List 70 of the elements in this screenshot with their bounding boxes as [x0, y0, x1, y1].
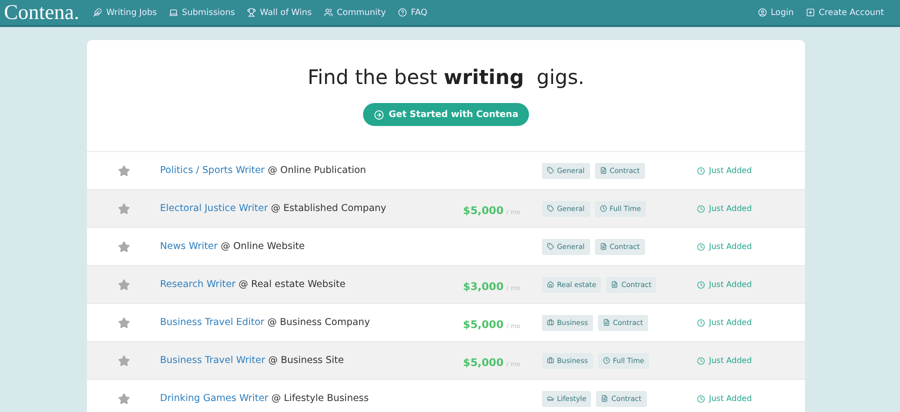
laptop-icon [168, 8, 178, 17]
star-icon[interactable] [118, 164, 130, 176]
document-icon [600, 167, 607, 174]
nav-link[interactable]: Create Account [806, 8, 884, 18]
job-title: Business Travel Editor @ Business Company [160, 317, 371, 328]
status-label: Just Added [697, 204, 805, 213]
salary: $5,000 [463, 319, 504, 331]
plus-icon [806, 8, 815, 17]
help-icon [398, 8, 407, 17]
clock-icon [697, 318, 705, 326]
briefcase-icon [547, 357, 554, 364]
feather-icon [93, 8, 102, 17]
tag-icon [547, 205, 554, 212]
users-icon [324, 8, 333, 17]
job-title: Drinking Games Writer @ Lifestyle Business [160, 393, 370, 404]
job-link[interactable]: Business Travel Writer [160, 355, 266, 366]
car-icon [547, 395, 554, 402]
status-label: Just Added [697, 356, 805, 365]
nav-link[interactable]: Wall of Wins [246, 8, 312, 18]
trophy-icon [246, 8, 256, 17]
job-title: Politics / Sports Writer @ Online Publication [160, 165, 368, 176]
star-icon[interactable] [118, 240, 130, 252]
document-icon [602, 319, 610, 326]
clock-icon [697, 356, 705, 364]
clock-icon [697, 280, 705, 288]
status-label: Just Added [697, 242, 805, 251]
star-icon[interactable] [118, 202, 130, 214]
clock-icon [697, 204, 705, 212]
clock-icon [697, 394, 705, 402]
star-icon[interactable] [118, 278, 130, 290]
status-label: Just Added [697, 394, 805, 403]
job-link[interactable]: Drinking Games Writer [160, 393, 268, 404]
clock-icon [697, 242, 705, 250]
document-icon [611, 281, 618, 288]
star-icon[interactable] [118, 316, 130, 328]
house-icon [547, 281, 554, 288]
get-started-button[interactable]: Get Started with Contena [362, 103, 530, 126]
salary: $5,000 [463, 205, 504, 217]
status-label: Just Added [697, 166, 805, 175]
job-title: Electoral Justice Writer @ Established Company [160, 203, 388, 214]
tag-icon [547, 243, 554, 250]
logo[interactable]: Contena. [4, 0, 80, 25]
job-title: Business Travel Writer @ Business Site [160, 355, 345, 366]
user-icon [758, 8, 767, 17]
job-link[interactable]: Research Writer [160, 279, 236, 290]
status-label: Just Added [697, 280, 805, 289]
salary: $3,000 [463, 281, 504, 293]
job-title: Research Writer @ Real estate Website [160, 279, 346, 290]
star-icon[interactable] [118, 392, 130, 404]
nav-link[interactable]: Writing Jobs [93, 8, 157, 18]
nav-link[interactable]: Submissions [168, 8, 235, 18]
star-icon[interactable] [118, 354, 130, 366]
job-link[interactable]: Electoral Justice Writer [160, 203, 268, 214]
nav-link[interactable]: Login [758, 8, 794, 18]
tag-icon [547, 167, 554, 174]
nav-link[interactable]: Community [324, 8, 386, 18]
job-link[interactable]: News Writer [160, 241, 218, 252]
salary: $5,000 [463, 357, 504, 369]
job-title: News Writer @ Online Website [160, 241, 306, 252]
heading: Find the best writing gigs. [308, 65, 584, 89]
status-label: Just Added [697, 318, 805, 327]
job-link[interactable]: Business Travel Editor [160, 317, 264, 328]
document-icon [600, 243, 607, 250]
nav-link[interactable]: FAQ [398, 8, 428, 18]
briefcase-icon [547, 319, 554, 326]
job-link[interactable]: Politics / Sports Writer [160, 165, 265, 176]
document-icon [601, 395, 608, 402]
clock-icon [602, 357, 610, 364]
clock-icon [697, 166, 705, 174]
clock-icon [600, 205, 607, 212]
